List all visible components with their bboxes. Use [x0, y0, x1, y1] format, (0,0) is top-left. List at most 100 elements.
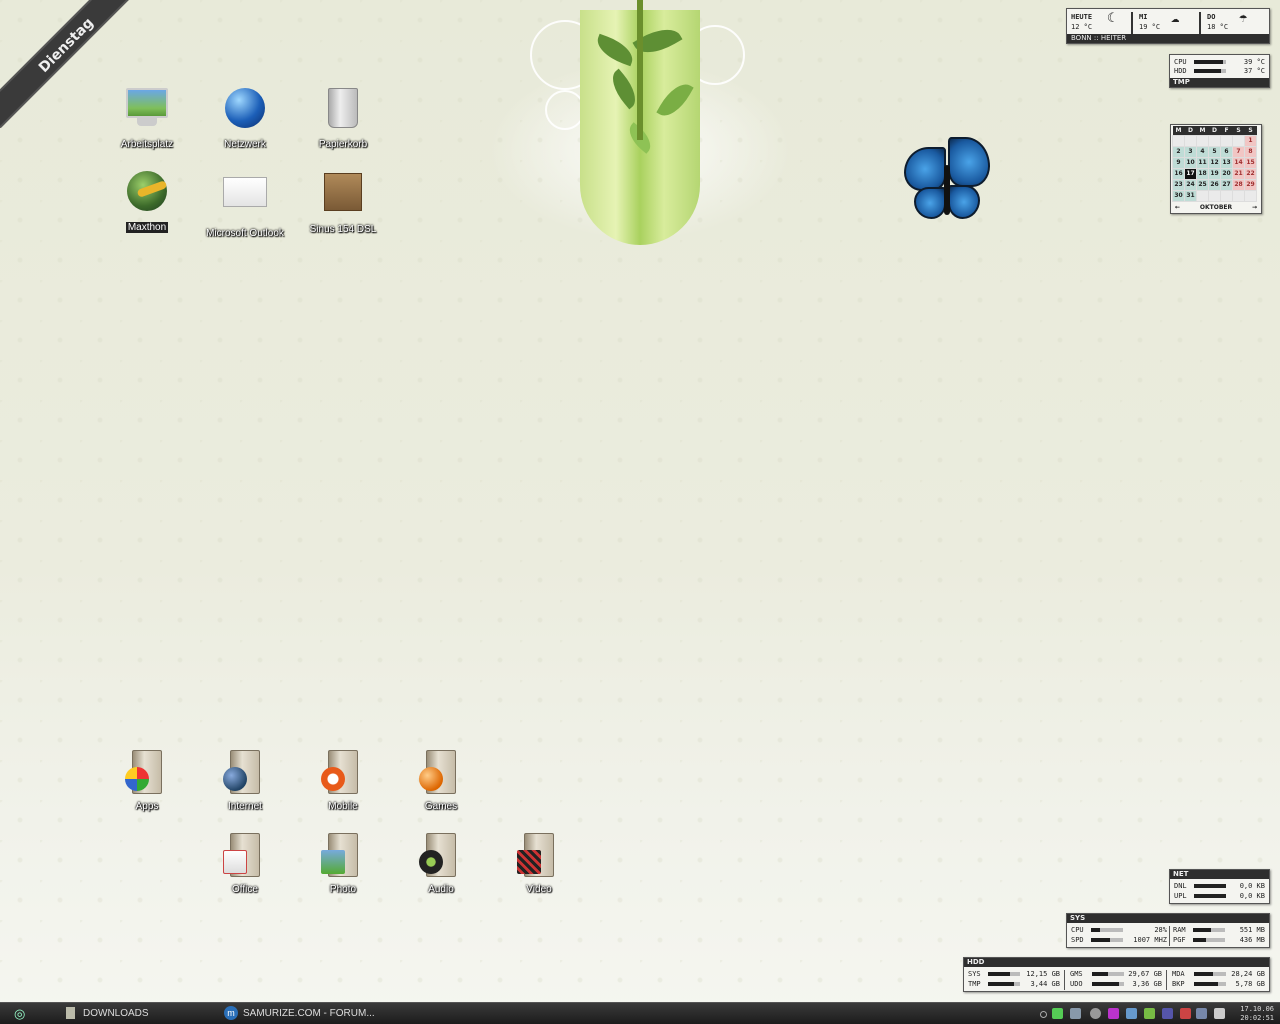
temp-cpu-label: CPU: [1174, 58, 1187, 66]
weather-day1-temp: 19 °C: [1139, 23, 1161, 31]
hdd-drive-label: BKP: [1172, 980, 1185, 988]
desktop-icon-outlook[interactable]: Microsoft Outlook: [200, 169, 290, 240]
calendar-day[interactable]: 27: [1220, 178, 1233, 191]
desktop-icon-label: Maxthon: [125, 222, 169, 233]
taskbar-item-samurize[interactable]: m SAMURIZE.COM - FORUM...: [224, 1006, 384, 1022]
calendar-day[interactable]: 24: [1184, 178, 1197, 191]
calendar-weekday: M: [1196, 126, 1209, 135]
folder-label: Photo: [329, 884, 357, 895]
folder-icon: [223, 833, 260, 877]
temp-cpu-bar: [1194, 60, 1226, 64]
folder-photo[interactable]: Photo: [298, 833, 388, 896]
taskbar-item-downloads[interactable]: DOWNLOADS: [66, 1006, 216, 1022]
calendar-day[interactable]: 26: [1208, 178, 1221, 191]
calendar-day[interactable]: 5: [1208, 145, 1221, 158]
calendar-day[interactable]: 21: [1232, 167, 1245, 180]
umbrella-icon[interactable]: [1108, 1008, 1119, 1019]
hdd-drive-bar: [988, 982, 1020, 986]
temp-hdd-value: 37 °C: [1243, 67, 1265, 75]
tray-app-icon[interactable]: [1144, 1008, 1155, 1019]
calendar-day[interactable]: 19: [1208, 167, 1221, 180]
folder-icon: [419, 750, 456, 794]
filter-icon[interactable]: [1162, 1008, 1173, 1019]
calendar-day[interactable]: 16: [1172, 167, 1185, 180]
calendar-day[interactable]: 29: [1244, 178, 1257, 191]
maxthon-browser-icon: [125, 171, 169, 215]
calendar-day[interactable]: 1: [1244, 134, 1257, 147]
calendar-day[interactable]: 12: [1208, 156, 1221, 169]
folder-office[interactable]: Office: [200, 833, 290, 896]
calendar-next-button[interactable]: →: [1252, 203, 1257, 212]
calendar-day[interactable]: 17: [1184, 167, 1197, 180]
folder-apps[interactable]: Apps: [102, 750, 192, 813]
sys-pgf-bar: [1193, 938, 1225, 942]
calendar-day[interactable]: 8: [1244, 145, 1257, 158]
mail-envelope-icon: [223, 177, 267, 221]
tray-app-icon[interactable]: [1126, 1008, 1137, 1019]
hdd-drive-value: 3,44 GB: [1030, 980, 1060, 988]
calendar-day[interactable]: 9: [1172, 156, 1185, 169]
sys-pgf-value: 436 MB: [1239, 936, 1265, 944]
calendar-day[interactable]: 18: [1196, 167, 1209, 180]
calendar-day[interactable]: 22: [1244, 167, 1257, 180]
desktop-icon-arbeitsplatz[interactable]: Arbeitsplatz: [102, 86, 192, 151]
calendar-day[interactable]: 30: [1172, 189, 1185, 202]
recycle-bin-icon: [321, 88, 365, 132]
desktop-icon-maxthon[interactable]: Maxthon: [102, 169, 192, 234]
folder-mobile[interactable]: Mobile: [298, 750, 388, 813]
calendar-day[interactable]: 4: [1196, 145, 1209, 158]
network-icon[interactable]: [1070, 1008, 1081, 1019]
net-upl-bar: [1194, 894, 1226, 898]
sys-spd-value: 1007 MHZ: [1133, 936, 1167, 944]
calendar-day[interactable]: 15: [1244, 156, 1257, 169]
hdd-drive-value: 3,36 GB: [1132, 980, 1162, 988]
folder-audio[interactable]: Audio: [396, 833, 486, 896]
start-button[interactable]: ◎: [14, 1006, 32, 1022]
calendar-day[interactable]: 10: [1184, 156, 1197, 169]
calendar-day[interactable]: 7: [1232, 145, 1245, 158]
calendar-grid: M D M D F S S 1 2 3 4 5 6 7 8 9 10 11 12 13 14 15 16 17 18 19 20 21…: [1172, 126, 1257, 202]
folder-video[interactable]: Video: [494, 833, 584, 896]
tray-app-icon[interactable]: [1052, 1008, 1063, 1019]
clock-time: 20:02:51: [1240, 1014, 1274, 1022]
windows-flag-icon: [125, 767, 149, 791]
calendar-day[interactable]: 14: [1232, 156, 1245, 169]
calendar-day[interactable]: 6: [1220, 145, 1233, 158]
calendar-day[interactable]: 23: [1172, 178, 1185, 191]
sys-cpu-label: CPU: [1071, 926, 1084, 934]
tray-expand-icon[interactable]: [1040, 1011, 1047, 1018]
calendar-day: [1220, 189, 1233, 202]
tray-app-icon[interactable]: [1180, 1008, 1191, 1019]
calendar-weekday: D: [1208, 126, 1221, 135]
weather-today-temp: 12 °C: [1071, 23, 1093, 31]
desktop-icon-label: Sinus 154 DSL: [309, 224, 377, 235]
hdd-drive-label: SYS: [968, 970, 981, 978]
calendar-day[interactable]: 3: [1184, 145, 1197, 158]
folder-games[interactable]: Games: [396, 750, 486, 813]
calendar-day[interactable]: 2: [1172, 145, 1185, 158]
tray-app-icon[interactable]: [1214, 1008, 1225, 1019]
calendar-day[interactable]: 25: [1196, 178, 1209, 191]
desktop-icon-papierkorb[interactable]: Papierkorb: [298, 86, 388, 151]
calendar-day[interactable]: 31: [1184, 189, 1197, 202]
hdd-title: HDD: [964, 958, 1269, 967]
tray-app-icon[interactable]: [1196, 1008, 1207, 1019]
calendar-day[interactable]: 13: [1220, 156, 1233, 169]
sys-ram-value: 551 MB: [1239, 926, 1265, 934]
folder-label: Video: [526, 884, 552, 895]
calendar-day[interactable]: 20: [1220, 167, 1233, 180]
hdd-drive-value: 12,15 GB: [1026, 970, 1060, 978]
folder-label: Office: [232, 884, 258, 895]
tray-app-icon[interactable]: [1090, 1008, 1101, 1019]
sys-title: SYS: [1067, 914, 1269, 923]
net-dnl-label: DNL: [1174, 882, 1187, 890]
sys-spd-label: SPD: [1071, 936, 1084, 944]
folder-internet[interactable]: Internet: [200, 750, 290, 813]
desktop-icon-netzwerk[interactable]: Netzwerk: [200, 86, 290, 151]
calendar-day[interactable]: 11: [1196, 156, 1209, 169]
calendar-day[interactable]: 28: [1232, 178, 1245, 191]
desktop-icon-sinus[interactable]: Sinus 154 DSL: [298, 169, 388, 236]
calendar-weekday: D: [1184, 126, 1197, 135]
hdd-drive-value: 5,78 GB: [1235, 980, 1265, 988]
calendar-month: OKTOBER: [1199, 204, 1233, 211]
